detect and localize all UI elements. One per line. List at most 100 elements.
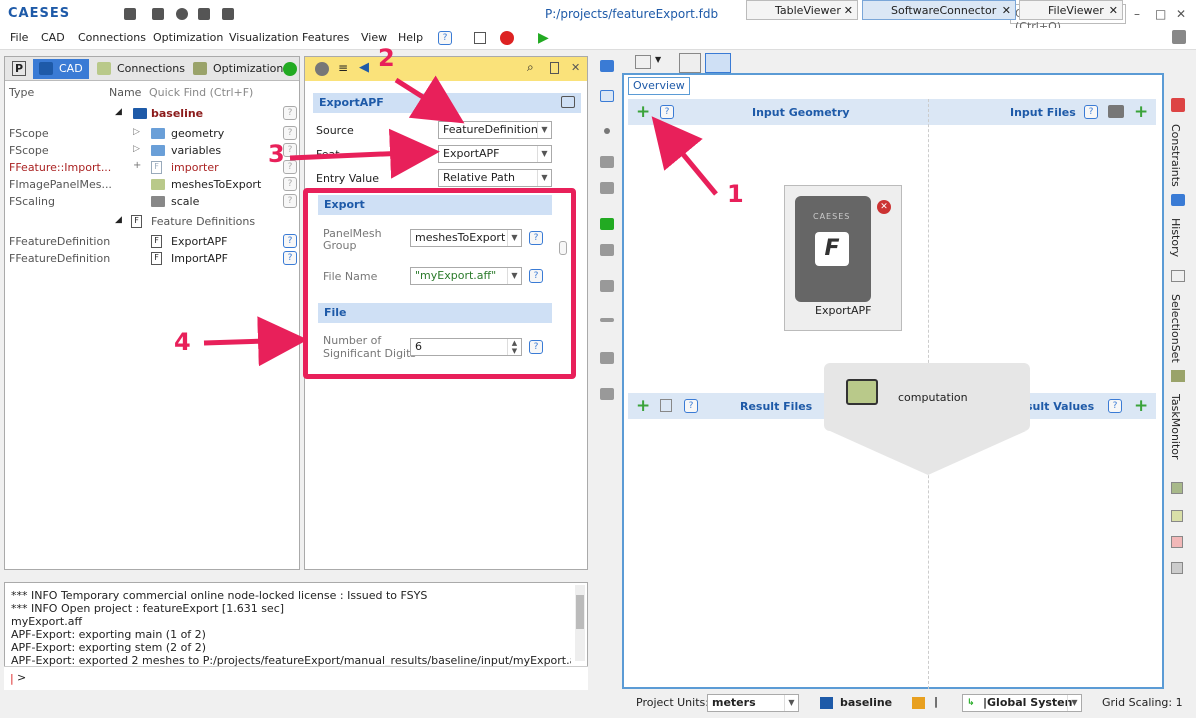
tab-fileviewer[interactable]: FileViewer ✕	[1019, 0, 1123, 20]
tree-row[interactable]: FScope ▷ variables ?	[5, 142, 299, 159]
menu-features[interactable]: Features	[302, 31, 349, 44]
coordsys-combo[interactable]: ↳ |Global Systen ▼	[962, 694, 1082, 712]
solid-icon[interactable]	[600, 244, 614, 256]
menu-help[interactable]: Help	[398, 31, 423, 44]
help-icon[interactable]: ?	[283, 234, 297, 248]
tree-row[interactable]: FScope ▷ geometry ?	[5, 125, 299, 142]
help-icon[interactable]: ?	[283, 126, 297, 140]
close-icon[interactable]: ✕	[1109, 4, 1118, 17]
console-input[interactable]: | >	[4, 666, 588, 690]
grid-view-icon[interactable]	[635, 55, 651, 69]
help-icon[interactable]: ?	[283, 160, 297, 174]
add-geometry-icon[interactable]: +	[636, 104, 650, 121]
tree-row[interactable]: FFeatureDefinition F ExportAPF ?	[5, 233, 299, 250]
tab-tableviewer[interactable]: TableViewer ✕	[746, 0, 858, 20]
expand-icon[interactable]: ▷	[133, 127, 140, 137]
close-window-icon[interactable]: ✕	[1176, 7, 1186, 21]
save-as-icon[interactable]	[222, 8, 234, 20]
yellow-swatch-icon[interactable]	[1171, 510, 1183, 522]
cube-icon[interactable]	[600, 60, 614, 72]
close-icon[interactable]: ✕	[1002, 4, 1011, 17]
menu-visualization[interactable]: Visualization	[229, 31, 298, 44]
help-icon[interactable]: ?	[283, 106, 297, 120]
page-icon[interactable]	[550, 62, 559, 74]
tree-row-baseline[interactable]: ◢ baseline ?	[5, 105, 299, 122]
constraints-icon[interactable]	[1171, 98, 1185, 112]
save-icon[interactable]	[198, 8, 210, 20]
quick-find-input[interactable]: Quick Find (Ctrl+F)	[149, 86, 253, 99]
tab-history[interactable]: History	[1169, 218, 1182, 257]
tab-optimization[interactable]: Optimization	[187, 59, 283, 79]
select-icon[interactable]	[600, 90, 614, 102]
close-icon[interactable]: ✕	[571, 61, 580, 74]
help-icon[interactable]: ?	[660, 105, 674, 119]
cad-view-icon[interactable]	[679, 53, 701, 73]
help-icon[interactable]: ?	[438, 31, 452, 45]
settings-icon[interactable]	[1172, 30, 1186, 44]
red-swatch-icon[interactable]	[1171, 536, 1183, 548]
feature-combo[interactable]: ExportAPF ▼	[438, 145, 552, 163]
feature-tool-icon[interactable]	[600, 218, 614, 230]
measure-icon[interactable]	[600, 388, 614, 400]
folder-icon[interactable]	[912, 697, 925, 709]
add-file-icon[interactable]: +	[1134, 104, 1148, 121]
baseline-status[interactable]: baseline	[840, 696, 892, 709]
menu-optimization[interactable]: Optimization	[153, 31, 223, 44]
console-scrollbar[interactable]	[575, 585, 585, 661]
tree-row[interactable]: FFeature::Import... + F importer ?	[5, 159, 299, 176]
feature-card[interactable]: CAESES F ✕ ExportAPF	[784, 185, 902, 331]
maximize-icon[interactable]: □	[1155, 7, 1166, 21]
copy-icon[interactable]	[474, 32, 486, 44]
expand-icon[interactable]: ◢	[115, 215, 122, 225]
tree-row[interactable]: FFeatureDefinition F ImportAPF ?	[5, 250, 299, 267]
help-icon[interactable]: ?	[684, 399, 698, 413]
taskmonitor-icon[interactable]	[1171, 370, 1185, 382]
list-icon[interactable]: ≡	[338, 61, 348, 75]
project-units-combo[interactable]: meters ▼	[707, 694, 799, 712]
open-folder-icon[interactable]	[152, 8, 164, 20]
menu-file[interactable]: File	[10, 31, 28, 44]
add-result-file-icon[interactable]: +	[636, 398, 650, 415]
help-icon[interactable]: ?	[1084, 105, 1098, 119]
scroll-thumb[interactable]	[576, 595, 584, 629]
monitor-view-icon[interactable]	[705, 53, 731, 73]
help-icon[interactable]: ?	[1108, 399, 1122, 413]
help-icon[interactable]: ?	[283, 194, 297, 208]
stop-icon[interactable]	[500, 31, 514, 45]
entry-value-combo[interactable]: Relative Path ▼	[438, 169, 552, 187]
monitor-icon[interactable]	[1108, 105, 1124, 118]
tab-cad[interactable]: CAD	[33, 59, 89, 79]
feature-edit-icon[interactable]	[561, 96, 575, 108]
tab-softwareconnector[interactable]: SoftwareConnector ✕	[862, 0, 1016, 20]
run-icon[interactable]: ▶	[538, 30, 549, 46]
add-result-value-icon[interactable]: +	[1134, 398, 1148, 415]
layout-icon[interactable]	[124, 8, 136, 20]
history-icon[interactable]	[1171, 194, 1185, 206]
surface-icon[interactable]	[600, 182, 614, 194]
curve-icon[interactable]	[600, 156, 614, 168]
minimize-icon[interactable]: –	[1134, 7, 1140, 21]
tab-p[interactable]: P	[7, 59, 31, 79]
menu-cad[interactable]: CAD	[41, 31, 65, 44]
menu-connections[interactable]: Connections	[78, 31, 146, 44]
search-file-icon[interactable]	[660, 399, 672, 412]
wrench-icon[interactable]	[315, 62, 329, 76]
selectionset-icon[interactable]	[1171, 270, 1185, 282]
tab-taskmonitor[interactable]: TaskMonitor	[1169, 394, 1182, 460]
source-combo[interactable]: FeatureDefinition ▼	[438, 121, 552, 139]
expand-icon[interactable]: ▷	[133, 144, 140, 154]
search-icon[interactable]: ⌕	[527, 60, 534, 75]
expand-icon[interactable]: +	[133, 160, 141, 171]
transform-icon[interactable]	[600, 352, 614, 364]
close-icon[interactable]: ✕	[844, 4, 853, 17]
help-icon[interactable]: ?	[283, 177, 297, 191]
tab-overview[interactable]: Overview	[628, 77, 690, 95]
dots-icon[interactable]	[600, 318, 614, 322]
green-swatch-icon[interactable]	[1171, 482, 1183, 494]
tree-row[interactable]: FImagePanelMes... meshesToExport ?	[5, 176, 299, 193]
tree-row[interactable]: FScaling scale ?	[5, 193, 299, 210]
close-project-icon[interactable]	[176, 8, 188, 20]
tab-selectionset[interactable]: SelectionSet	[1169, 294, 1182, 363]
help-icon[interactable]: ?	[283, 251, 297, 265]
menu-view[interactable]: View	[361, 31, 387, 44]
